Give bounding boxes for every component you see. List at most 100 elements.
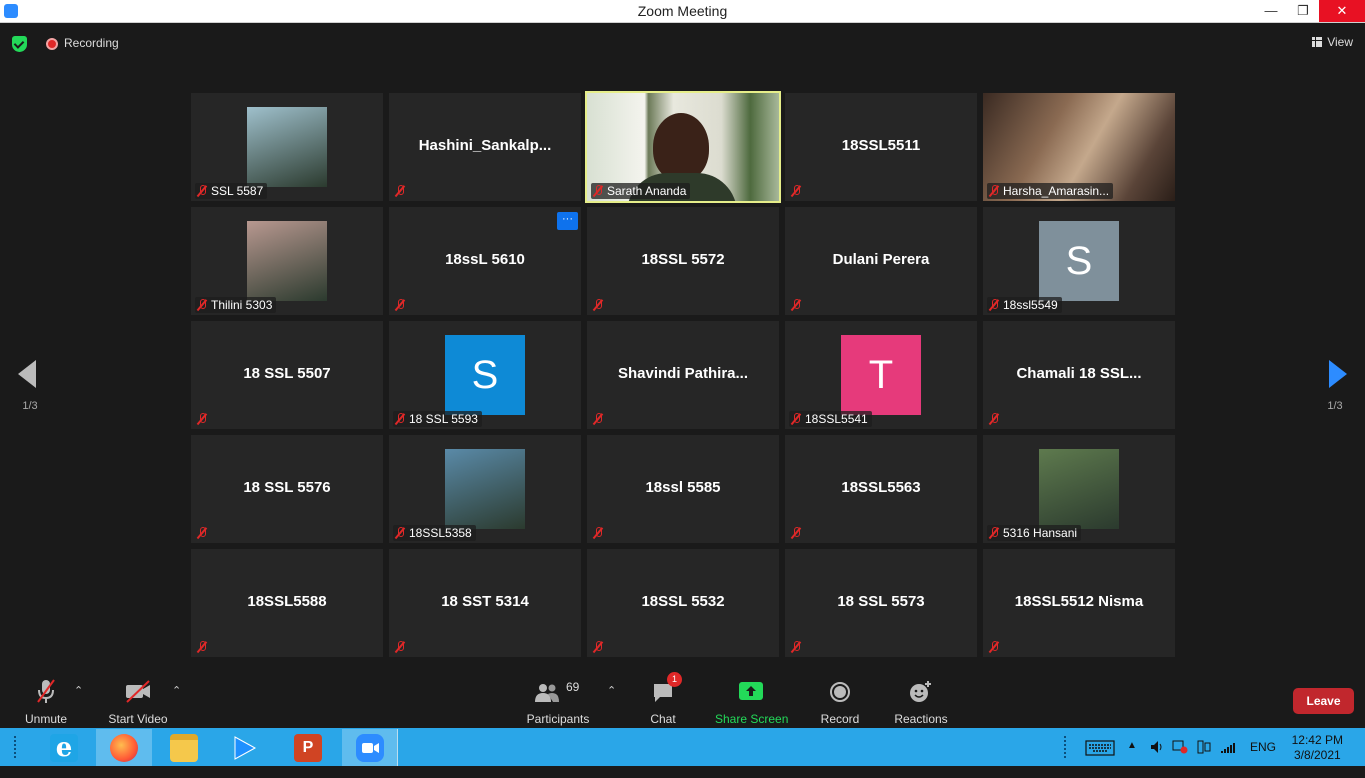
page-indicator-right: 1/3: [1327, 400, 1343, 412]
encryption-shield-icon[interactable]: [12, 36, 27, 52]
participant-label: [987, 411, 1003, 427]
participant-name: 18 SST 5314: [441, 593, 529, 610]
participant-name: 18SSL5512 Nisma: [1014, 593, 1144, 610]
page-indicator-left: 1/3: [22, 400, 38, 412]
taskbar-powerpoint[interactable]: P: [280, 729, 336, 766]
participant-name: Hashini_Sankalp...: [418, 137, 552, 154]
participant-label: 18SSL5541: [789, 411, 872, 427]
participant-label-name: 18ssl5549: [1003, 298, 1058, 312]
participant-label: [789, 183, 805, 199]
restore-button[interactable]: ❐: [1287, 0, 1319, 22]
participant-tile[interactable]: 5316 Hansani: [983, 435, 1175, 543]
taskbar-internet-explorer[interactable]: e: [36, 729, 92, 766]
participant-tile[interactable]: 18SSL5358: [389, 435, 581, 543]
speaker-face: [653, 113, 709, 181]
leave-button[interactable]: Leave: [1293, 688, 1354, 714]
participant-tile[interactable]: Chamali 18 SSL...: [983, 321, 1175, 429]
participant-tile[interactable]: S 18 SSL 5593: [389, 321, 581, 429]
signal-strength-icon[interactable]: [1220, 740, 1236, 778]
participant-label: SSL 5587: [195, 183, 268, 199]
participant-tile[interactable]: Sarath Ananda: [585, 91, 781, 203]
profile-photo: [445, 449, 525, 529]
participants-button[interactable]: 69 Participants: [526, 678, 590, 726]
muted-microphone-icon: [197, 413, 207, 425]
participant-label: [591, 639, 607, 655]
view-button[interactable]: View: [1312, 35, 1353, 49]
muted-microphone-icon: [197, 527, 207, 539]
participant-tile[interactable]: 18SSL5588: [191, 549, 383, 657]
participant-label: [195, 411, 211, 427]
avatar-letter: S: [1039, 221, 1119, 301]
taskbar-firefox[interactable]: [96, 729, 152, 766]
chat-button[interactable]: 1 Chat: [646, 672, 682, 726]
reactions-label: Reactions: [894, 712, 948, 726]
participant-tile[interactable]: 18 SSL 5576: [191, 435, 383, 543]
start-video-button[interactable]: Start Video: [107, 678, 169, 726]
participant-tile[interactable]: Dulani Perera: [785, 207, 977, 315]
participant-tile[interactable]: SSL 5587: [191, 93, 383, 201]
previous-page-button[interactable]: 1/3: [0, 340, 60, 430]
participant-name: 18 SSL 5573: [837, 593, 925, 610]
participant-tile[interactable]: 18SSL 5532: [587, 549, 779, 657]
zoom-icon: [356, 734, 384, 762]
participant-tile[interactable]: Harsha_Amarasin...: [983, 93, 1175, 201]
participant-tile[interactable]: 18 SSL 5573: [785, 549, 977, 657]
keyboard-icon[interactable]: [1085, 740, 1115, 778]
volume-icon[interactable]: [1150, 740, 1164, 778]
minimize-button[interactable]: —: [1255, 0, 1287, 22]
share-screen-button[interactable]: Share Screen: [715, 678, 788, 726]
muted-microphone-icon: [791, 185, 801, 197]
participant-tile[interactable]: 18ssl 5585: [587, 435, 779, 543]
participant-tile[interactable]: Thilini 5303: [191, 207, 383, 315]
more-options-button[interactable]: ···: [557, 212, 578, 230]
participant-label-name: SSL 5587: [211, 184, 264, 198]
participant-tile[interactable]: 18SSL 5572: [587, 207, 779, 315]
participant-tile[interactable]: 18 SSL 5507: [191, 321, 383, 429]
participant-tile[interactable]: 18 SST 5314: [389, 549, 581, 657]
show-hidden-icons-caret-icon[interactable]: ▲: [1127, 740, 1137, 778]
participant-name: 18ssL 5610: [445, 251, 525, 268]
taskbar-zoom[interactable]: [342, 729, 398, 766]
language-indicator[interactable]: ENG: [1250, 740, 1276, 778]
reactions-button[interactable]: Reactions: [893, 678, 949, 726]
video-options-caret-icon[interactable]: ⌃: [172, 684, 181, 697]
participant-tile[interactable]: S 18ssl5549: [983, 207, 1175, 315]
participant-tile[interactable]: 18SSL5511: [785, 93, 977, 201]
muted-microphone-icon: [791, 413, 801, 425]
share-screen-icon: [739, 678, 763, 704]
participant-tile[interactable]: 18SSL5512 Nisma: [983, 549, 1175, 657]
system-clock[interactable]: 12:42 PM 3/8/2021: [1292, 733, 1343, 763]
left-arrow-icon: [18, 360, 36, 388]
muted-microphone-icon: [395, 527, 405, 539]
participant-tile[interactable]: 18ssL 5610 ···: [389, 207, 581, 315]
participant-label: 18SSL5358: [393, 525, 476, 541]
start-video-label: Start Video: [108, 712, 168, 726]
record-button[interactable]: Record: [820, 678, 860, 726]
unmute-button[interactable]: Unmute: [22, 678, 70, 726]
profile-photo: [247, 221, 327, 301]
participant-name: Dulani Perera: [832, 251, 930, 268]
participant-tile[interactable]: Hashini_Sankalp...: [389, 93, 581, 201]
taskbar-media-player[interactable]: [216, 729, 272, 766]
gallery-grid: SSL 5587 Hashini_Sankalp... Sarath Ananda 1…: [191, 91, 1175, 657]
taskbar-file-explorer[interactable]: [156, 729, 212, 766]
participant-tile[interactable]: 18SSL5563: [785, 435, 977, 543]
avatar-letter: T: [841, 335, 921, 415]
muted-microphone-icon: [593, 527, 603, 539]
participant-tile[interactable]: Shavindi Pathira...: [587, 321, 779, 429]
network-warning-icon[interactable]: [1172, 740, 1188, 778]
grid-icon: [1312, 37, 1323, 47]
participant-label: [393, 183, 409, 199]
participants-options-caret-icon[interactable]: ⌃: [607, 684, 616, 697]
muted-microphone-icon: [593, 413, 603, 425]
device-icon[interactable]: [1196, 740, 1212, 778]
audio-options-caret-icon[interactable]: ⌃: [74, 684, 83, 697]
close-button[interactable]: ✕: [1319, 0, 1365, 22]
reactions-icon: [909, 678, 933, 704]
participant-name: 18SSL5588: [247, 593, 327, 610]
participant-label: [393, 297, 409, 313]
next-page-button[interactable]: 1/3: [1305, 340, 1365, 430]
muted-microphone-icon: [989, 413, 999, 425]
meeting-top-bar: Recording View: [0, 23, 1365, 63]
participant-tile[interactable]: T 18SSL5541: [785, 321, 977, 429]
